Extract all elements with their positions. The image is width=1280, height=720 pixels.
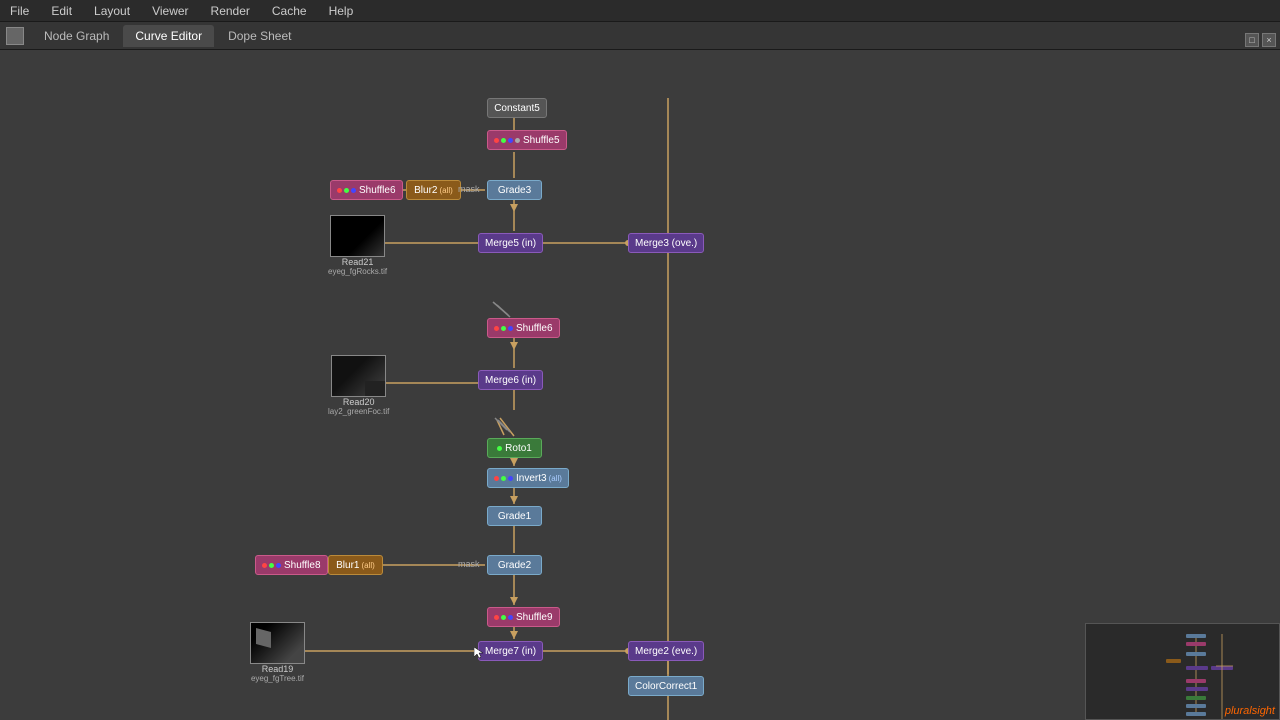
menu-help[interactable]: Help: [325, 2, 358, 20]
menu-render[interactable]: Render: [207, 2, 254, 20]
node-graph-canvas[interactable]: Constant5 Shuffle5 Shuffle6 Blur2 (all) …: [0, 50, 1280, 720]
cursor-indicator: [474, 647, 482, 655]
node-invert3[interactable]: Invert3 (all): [487, 468, 569, 488]
node-blur1[interactable]: Blur1 (all): [328, 555, 383, 575]
node-blur2[interactable]: Blur2 (all): [406, 180, 461, 200]
connections-svg: [0, 50, 1280, 720]
menu-edit[interactable]: Edit: [47, 2, 76, 20]
menu-file[interactable]: File: [6, 2, 33, 20]
tab-node-graph[interactable]: Node Graph: [32, 25, 121, 47]
node-shuffle5[interactable]: Shuffle5: [487, 130, 567, 150]
node-merge3[interactable]: Merge3 (ove.): [628, 233, 704, 253]
menu-viewer[interactable]: Viewer: [148, 2, 192, 20]
node-shuffle8[interactable]: Shuffle8: [255, 555, 328, 575]
node-merge2[interactable]: Merge2 (eve.): [628, 641, 704, 661]
brand-name: plural: [1225, 705, 1252, 717]
node-constant5[interactable]: Constant5: [487, 98, 547, 118]
minimap: pluralsight: [1085, 623, 1280, 720]
maximize-button[interactable]: □: [1245, 33, 1259, 47]
watermark: pluralsight: [1225, 705, 1275, 717]
window-controls: □ ×: [1245, 33, 1276, 47]
tab-curve-editor[interactable]: Curve Editor: [123, 25, 214, 47]
brand-accent: sight: [1252, 705, 1275, 717]
close-button[interactable]: ×: [1262, 33, 1276, 47]
node-merge5[interactable]: Merge5 (in): [478, 233, 543, 253]
node-grade2[interactable]: Grade2: [487, 555, 542, 575]
node-shuffle6[interactable]: Shuffle6: [330, 180, 403, 200]
menu-cache[interactable]: Cache: [268, 2, 311, 20]
menubar: File Edit Layout Viewer Render Cache Hel…: [0, 0, 1280, 22]
node-grade1[interactable]: Grade1: [487, 506, 542, 526]
node-shuffle9[interactable]: Shuffle9: [487, 607, 560, 627]
minimap-content: pluralsight: [1086, 624, 1279, 719]
node-read21[interactable]: Read21 eyeg_fgRocks.tif: [328, 215, 387, 276]
tab-dope-sheet[interactable]: Dope Sheet: [216, 25, 303, 47]
node-read20[interactable]: Read20 lay2_greenFoc.tif: [328, 355, 389, 416]
node-grade3[interactable]: Grade3: [487, 180, 542, 200]
node-read19[interactable]: Read19 eyeg_fgTree.tif: [250, 622, 305, 683]
mask-label-blur1: mask: [458, 559, 480, 569]
node-colorcorrect1[interactable]: ColorCorrect1: [628, 676, 704, 696]
node-merge7[interactable]: Merge7 (in): [478, 641, 543, 661]
menu-layout[interactable]: Layout: [90, 2, 134, 20]
node-merge6[interactable]: Merge6 (in): [478, 370, 543, 390]
mask-label-blur2: mask: [458, 184, 480, 194]
tabbar: Node Graph Curve Editor Dope Sheet: [0, 22, 1280, 50]
app-icon: [6, 27, 24, 45]
node-shuffle6b[interactable]: Shuffle6: [487, 318, 560, 338]
node-roto1[interactable]: Roto1: [487, 438, 542, 458]
